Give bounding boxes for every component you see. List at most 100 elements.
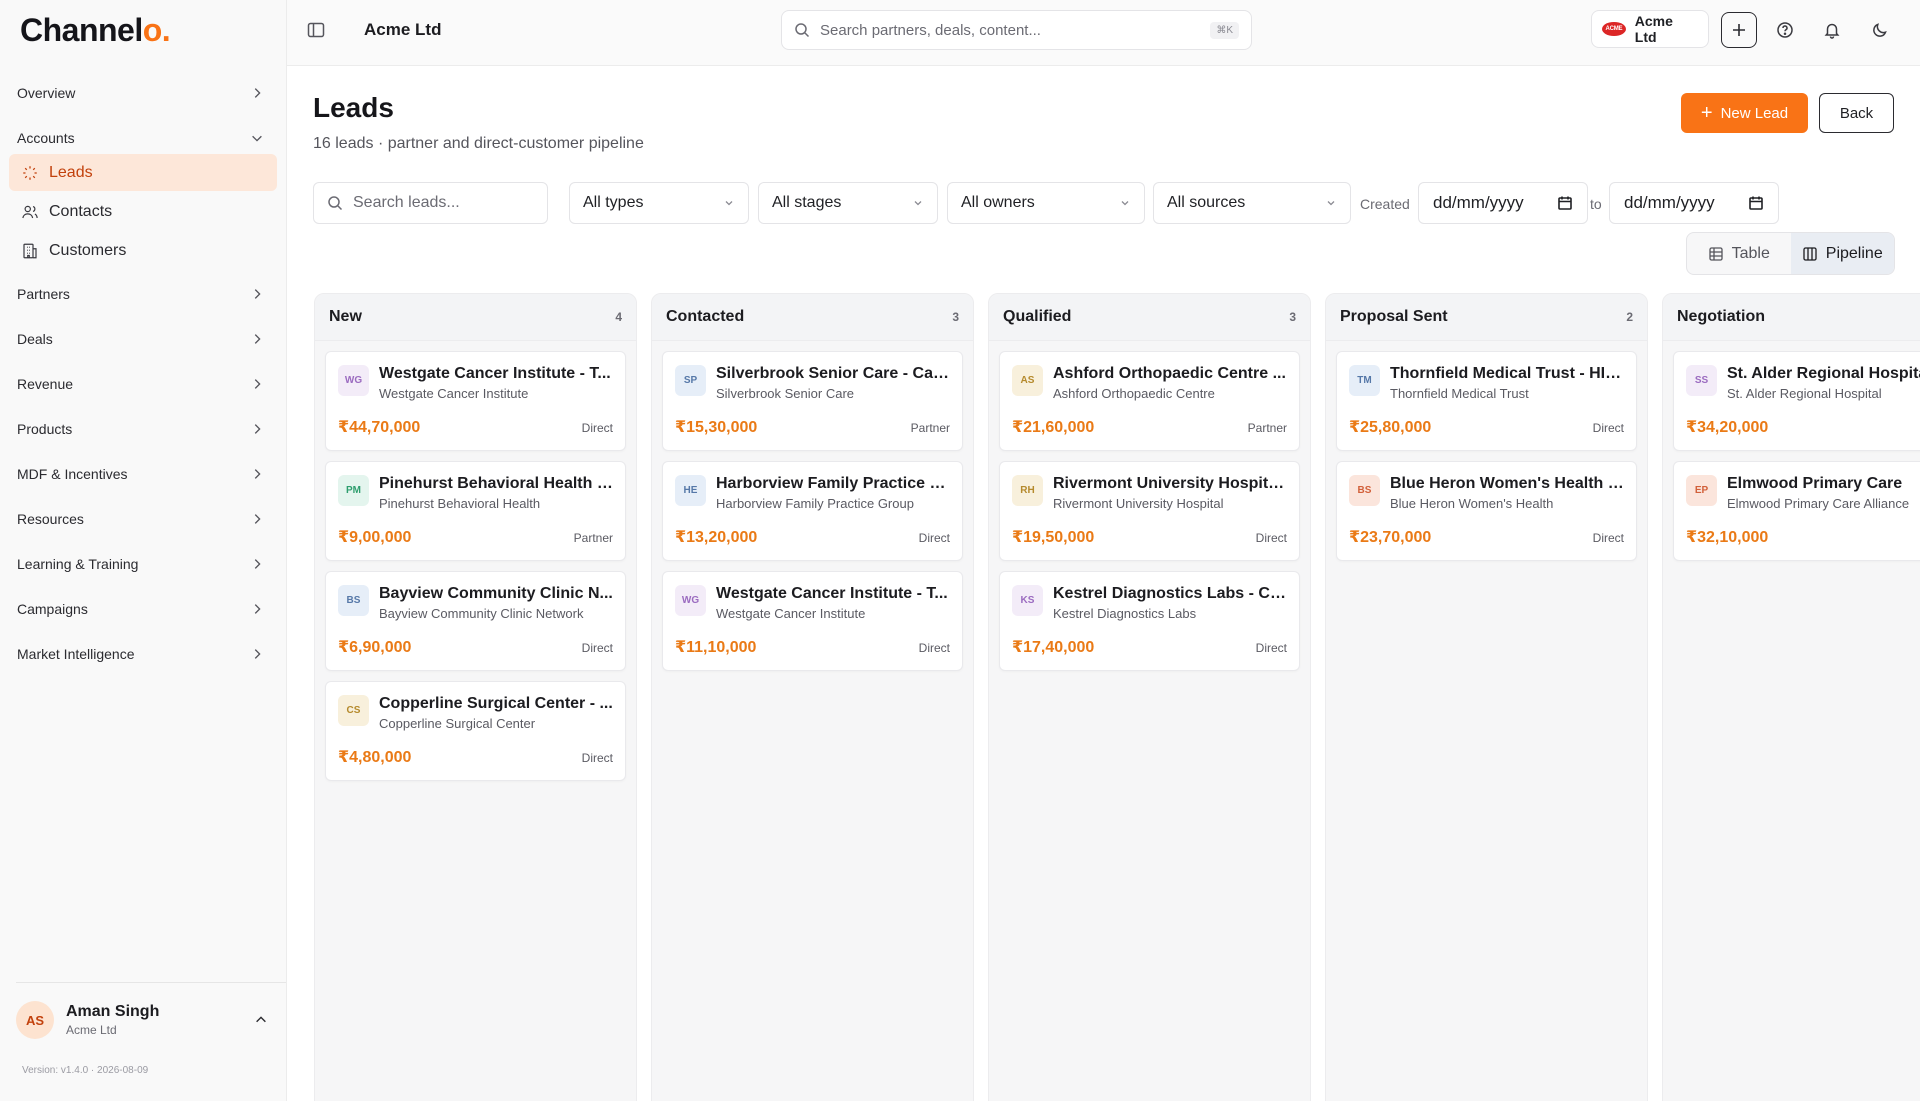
created-to-input[interactable]: dd/mm/yyyy	[1609, 182, 1779, 224]
lead-organization: Elmwood Primary Care Alliance	[1727, 496, 1910, 511]
sidebar-item-revenue[interactable]: Revenue	[0, 361, 286, 406]
theme-toggle-button[interactable]	[1862, 12, 1898, 48]
pipeline-board: New 4 WG Westgate Cancer Institute - T... We…	[314, 293, 1920, 1101]
card-list: AS Ashford Orthopaedic Centre ... Ashford …	[989, 341, 1310, 691]
card-text: Rivermont University Hospital... Rivermon…	[1053, 475, 1287, 511]
view-toggle: Table Pipeline	[1686, 232, 1895, 275]
view-pipeline-button[interactable]: Pipeline	[1790, 233, 1894, 274]
new-lead-button[interactable]: + New Lead	[1681, 93, 1808, 133]
sidebar-item-partners[interactable]: Partners	[0, 271, 286, 316]
search-placeholder: Search partners, deals, content...	[820, 21, 1041, 39]
user-org: Acme Ltd	[66, 1023, 117, 1037]
sidebar-item-label: Contacts	[49, 202, 113, 220]
lead-card[interactable]: BS Blue Heron Women's Health -... Blue Her…	[1336, 461, 1637, 561]
sidebar-item-customers[interactable]: Customers	[9, 232, 277, 269]
card-list: SS St. Alder Regional Hospital St. Alder R…	[1663, 341, 1920, 581]
sidebar-item-market-intelligence[interactable]: Market Intelligence	[0, 631, 286, 676]
lead-amount: ₹6,90,000	[338, 639, 412, 656]
card-footer: ₹11,10,000 Direct	[675, 637, 950, 657]
lead-organization: Harborview Family Practice Group	[716, 496, 914, 511]
owner-select[interactable]: All owners	[947, 182, 1145, 224]
user-name: Aman Singh	[66, 1003, 160, 1020]
card-header: HE Harborview Family Practice G... Harborv…	[675, 475, 950, 511]
type-select[interactable]: All types	[569, 182, 749, 224]
lead-card[interactable]: WG Westgate Cancer Institute - T... Westga…	[662, 571, 963, 671]
column-title: Qualified	[1003, 308, 1072, 325]
sidebar-item-campaigns[interactable]: Campaigns	[0, 586, 286, 631]
lead-amount: ₹15,30,000	[675, 419, 758, 436]
lead-organization: Blue Heron Women's Health	[1390, 496, 1554, 511]
sidebar-item-overview[interactable]: Overview	[0, 70, 286, 115]
lead-type: Partner	[573, 531, 613, 545]
initials-badge: AS	[1012, 365, 1043, 396]
lead-card[interactable]: HE Harborview Family Practice G... Harborv…	[662, 461, 963, 561]
sidebar-item-label: Accounts	[17, 129, 75, 146]
sidebar-toggle-icon[interactable]	[306, 20, 326, 40]
lead-card[interactable]: RH Rivermont University Hospital... Riverm…	[999, 461, 1300, 561]
source-select[interactable]: All sources	[1153, 182, 1351, 224]
sidebar-item-mdf-incentives[interactable]: MDF & Incentives	[0, 451, 286, 496]
lead-organization: Kestrel Diagnostics Labs	[1053, 606, 1197, 621]
lead-card[interactable]: SP Silverbrook Senior Care - Car... Silver…	[662, 351, 963, 451]
column-title: Proposal Sent	[1340, 308, 1448, 325]
org-switcher[interactable]: ACME Acme Ltd	[1591, 10, 1709, 48]
chevron-right-icon	[254, 603, 261, 614]
sidebar-item-label: Overview	[17, 84, 76, 101]
calendar-icon	[1558, 196, 1572, 210]
owner-select-value: All owners	[961, 194, 1035, 211]
card-header: CS Copperline Surgical Center - ... Copper…	[338, 695, 613, 731]
stage-select[interactable]: All stages	[758, 182, 938, 224]
card-footer: ₹9,00,000 Partner	[338, 527, 613, 547]
lead-card[interactable]: CS Copperline Surgical Center - ... Copper…	[325, 681, 626, 781]
lead-card[interactable]: AS Ashford Orthopaedic Centre ... Ashford …	[999, 351, 1300, 451]
help-button[interactable]	[1767, 12, 1803, 48]
add-button[interactable]	[1721, 12, 1757, 48]
to-label: to	[1590, 196, 1602, 212]
back-button[interactable]: Back	[1819, 93, 1894, 133]
chevron-right-icon	[254, 468, 261, 479]
notifications-button[interactable]	[1814, 12, 1850, 48]
sidebar-item-contacts[interactable]: Contacts	[9, 193, 277, 230]
global-search-input[interactable]: Search partners, deals, content... ⌘K	[781, 10, 1252, 50]
created-from-input[interactable]: dd/mm/yyyy	[1418, 182, 1588, 224]
date-to-value: dd/mm/yyyy	[1624, 193, 1715, 212]
app-logo[interactable]: Channelo.	[20, 12, 171, 49]
lead-type: Direct	[581, 641, 613, 655]
lead-card[interactable]: EP Elmwood Primary Care Elmwood Primary Ca…	[1673, 461, 1920, 561]
lead-title: Kestrel Diagnostics Labs - Cli...	[1053, 585, 1287, 602]
lead-card[interactable]: BS Bayview Community Clinic N... Bayview C…	[325, 571, 626, 671]
initials-badge: WG	[338, 365, 369, 396]
card-header: SP Silverbrook Senior Care - Car... Silver…	[675, 365, 950, 401]
lead-card[interactable]: WG Westgate Cancer Institute - T... Westga…	[325, 351, 626, 451]
lead-card[interactable]: KS Kestrel Diagnostics Labs - Cli... Kestr…	[999, 571, 1300, 671]
column-header: Qualified 3	[989, 294, 1310, 341]
lead-amount: ₹34,20,000	[1686, 419, 1769, 436]
view-table-button[interactable]: Table	[1687, 233, 1791, 274]
lead-search-input[interactable]: Search leads...	[313, 182, 548, 224]
sidebar-item-learning-training[interactable]: Learning & Training	[0, 541, 286, 586]
lead-card[interactable]: PM Pinehurst Behavioral Health -... Pinehu…	[325, 461, 626, 561]
card-header: PM Pinehurst Behavioral Health -... Pinehu…	[338, 475, 613, 511]
card-text: Bayview Community Clinic N... Bayview Com…	[379, 585, 613, 621]
lead-card[interactable]: SS St. Alder Regional Hospital St. Alder R…	[1673, 351, 1920, 451]
card-list: TM Thornfield Medical Trust - HIP... Thorn…	[1326, 341, 1647, 581]
column-count: 3	[952, 310, 959, 324]
lead-amount: ₹21,60,000	[1012, 419, 1095, 436]
sidebar-item-deals[interactable]: Deals	[0, 316, 286, 361]
sidebar-item-resources[interactable]: Resources	[0, 496, 286, 541]
pipeline-column: Negotiation SS St. Alder Regional Hospital…	[1662, 293, 1920, 1101]
sidebar-item-products[interactable]: Products	[0, 406, 286, 451]
chevron-right-icon	[254, 288, 261, 299]
sidebar-item-leads[interactable]: Leads	[9, 154, 277, 191]
card-list: SP Silverbrook Senior Care - Car... Silver…	[652, 341, 973, 691]
card-text: Westgate Cancer Institute - T... Westgate…	[716, 585, 950, 621]
card-header: WG Westgate Cancer Institute - T... Westga…	[338, 365, 613, 401]
initials-badge: CS	[338, 695, 369, 726]
chevron-up-icon	[256, 1016, 266, 1023]
user-menu[interactable]: AS Aman Singh Acme Ltd	[16, 998, 268, 1042]
lead-card[interactable]: TM Thornfield Medical Trust - HIP... Thorn…	[1336, 351, 1637, 451]
shortcut-badge: ⌘K	[1210, 21, 1239, 39]
moon-icon	[1873, 23, 1887, 37]
lead-amount: ₹44,70,000	[338, 419, 421, 436]
lead-type: Direct	[1592, 531, 1624, 545]
